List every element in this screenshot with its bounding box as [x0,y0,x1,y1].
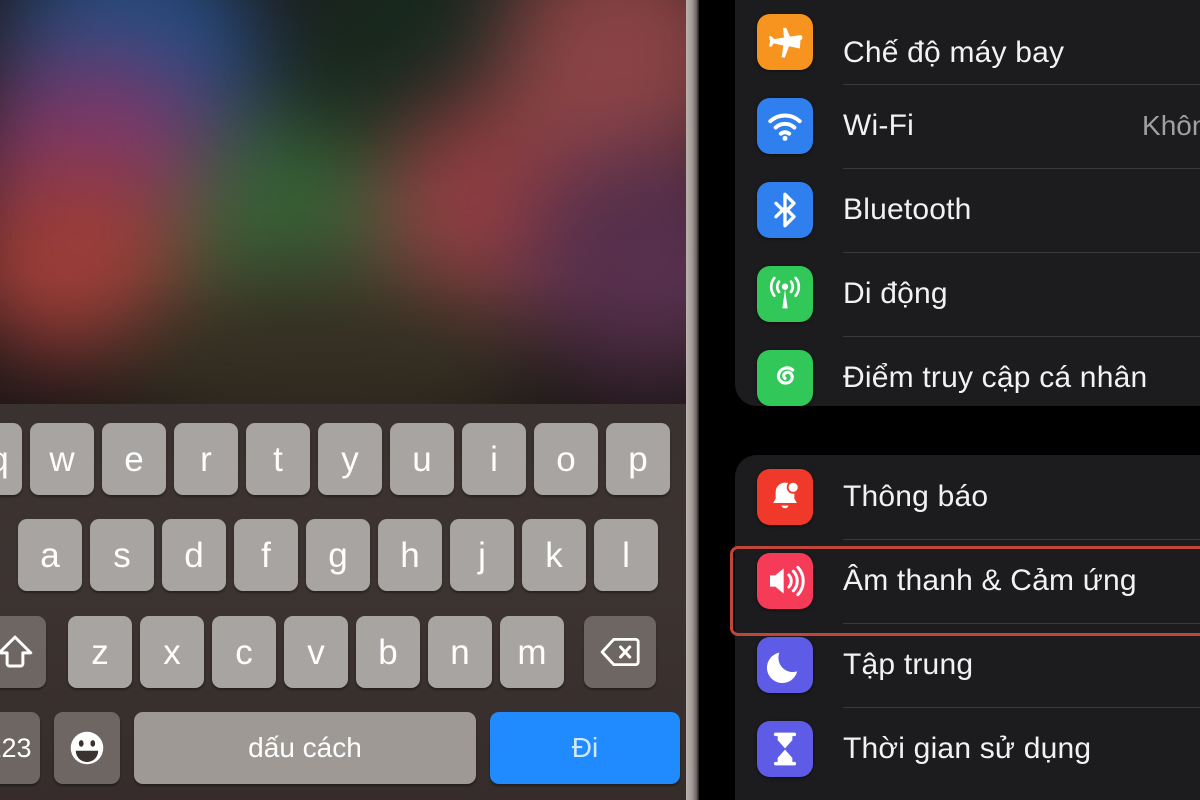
backspace-delete-icon [600,638,640,666]
key-z[interactable]: z [68,616,132,688]
airplane-icon [768,27,803,58]
wifi-icon [768,113,802,141]
key-y[interactable]: y [318,423,382,495]
settings-row-label: Di động [843,277,948,310]
spacebar-key[interactable]: dấu cách [134,712,476,784]
keyboard-row-2: a s d f g h j k l [0,519,688,591]
settings-row-bluetooth[interactable]: Bluetooth [735,168,1200,252]
go-key[interactable]: Đi [490,712,680,784]
key-k[interactable]: k [522,519,586,591]
settings-row-personal-hotspot[interactable]: Điểm truy cập cá nhân [735,336,1200,420]
settings-row-label: Tập trung [843,648,974,681]
airplane-icon-tile [757,14,813,70]
shift-key[interactable] [0,616,46,688]
keyboard-row-4: 123 dấu cách Đi [0,712,688,784]
cellular-antenna-icon-tile [757,266,813,322]
settings-row-cellular[interactable]: Di động [735,252,1200,336]
key-s[interactable]: s [90,519,154,591]
key-l[interactable]: l [594,519,658,591]
keyboard-row-3: z x c v b n m [0,616,688,688]
screenshot-root: q w e r t y u i o p a s d f g h j k [0,0,1200,800]
cellular-antenna-icon [769,276,801,309]
bluetooth-icon [774,192,796,228]
settings-row-label: Âm thanh & Cảm ứng [843,564,1137,597]
settings-row-notifications[interactable]: Thông báo [735,455,1200,539]
key-b[interactable]: b [356,616,420,688]
key-c[interactable]: c [212,616,276,688]
backspace-key[interactable] [584,616,656,688]
crescent-moon-icon-tile [757,637,813,693]
key-q[interactable]: q [0,423,22,495]
settings-row-airplane-mode[interactable]: Chế độ máy bay [735,0,1200,84]
key-n[interactable]: n [428,616,492,688]
settings-row-sounds-haptics[interactable]: Âm thanh & Cảm ứng [735,539,1200,623]
on-screen-keyboard: q w e r t y u i o p a s d f g h j k [0,404,688,800]
bluetooth-icon-tile [757,182,813,238]
key-h[interactable]: h [378,519,442,591]
emoji-key[interactable] [54,712,120,784]
crescent-moon-icon [766,652,798,684]
key-f[interactable]: f [234,519,298,591]
key-x[interactable]: x [140,616,204,688]
key-a[interactable]: a [18,519,82,591]
left-phone-screen: q w e r t y u i o p a s d f g h j k [0,0,688,800]
settings-row-label: Bluetooth [843,193,972,226]
keyboard-row-1: q w e r t y u i o p [0,423,688,495]
key-g[interactable]: g [306,519,370,591]
key-r[interactable]: r [174,423,238,495]
settings-row-screen-time[interactable]: Thời gian sử dụng [735,707,1200,791]
key-o[interactable]: o [534,423,598,495]
key-v[interactable]: v [284,616,348,688]
panel-divider [686,0,699,800]
hourglass-icon [773,732,797,766]
speaker-volume-icon-tile [757,553,813,609]
smiley-face-icon [70,731,104,765]
settings-row-label: Điểm truy cập cá nhân [843,361,1148,394]
key-m[interactable]: m [500,616,564,688]
connectivity-group: Chế độ máy bay Wi-Fi Không [735,0,1200,406]
wifi-icon-tile [757,98,813,154]
speaker-volume-icon [770,565,805,597]
system-group: Thông báo Âm thanh & Cảm ứng Tập trung T… [735,455,1200,800]
notification-bell-icon-tile [757,469,813,525]
key-p[interactable]: p [606,423,670,495]
key-j[interactable]: j [450,519,514,591]
personal-hotspot-icon [776,366,795,385]
key-e[interactable]: e [102,423,166,495]
settings-row-label: Thông báo [843,480,989,513]
settings-row-label: Chế độ máy bay [843,36,1065,69]
key-u[interactable]: u [390,423,454,495]
notification-bell-icon [773,480,800,509]
key-w[interactable]: w [30,423,94,495]
key-t[interactable]: t [246,423,310,495]
right-phone-settings-screen: Chế độ máy bay Wi-Fi Không [699,0,1200,800]
personal-hotspot-icon-tile [757,350,813,406]
settings-row-label: Wi-Fi [843,109,914,142]
settings-row-wifi[interactable]: Wi-Fi Không [735,84,1200,168]
key-d[interactable]: d [162,519,226,591]
shift-arrow-up-icon [0,635,33,668]
settings-row-value: Không [1142,110,1200,141]
key-i[interactable]: i [462,423,526,495]
numeric-key[interactable]: 123 [0,712,40,784]
settings-row-label: Thời gian sử dụng [843,732,1092,765]
settings-row-focus[interactable]: Tập trung [735,623,1200,707]
hourglass-icon-tile [757,721,813,777]
